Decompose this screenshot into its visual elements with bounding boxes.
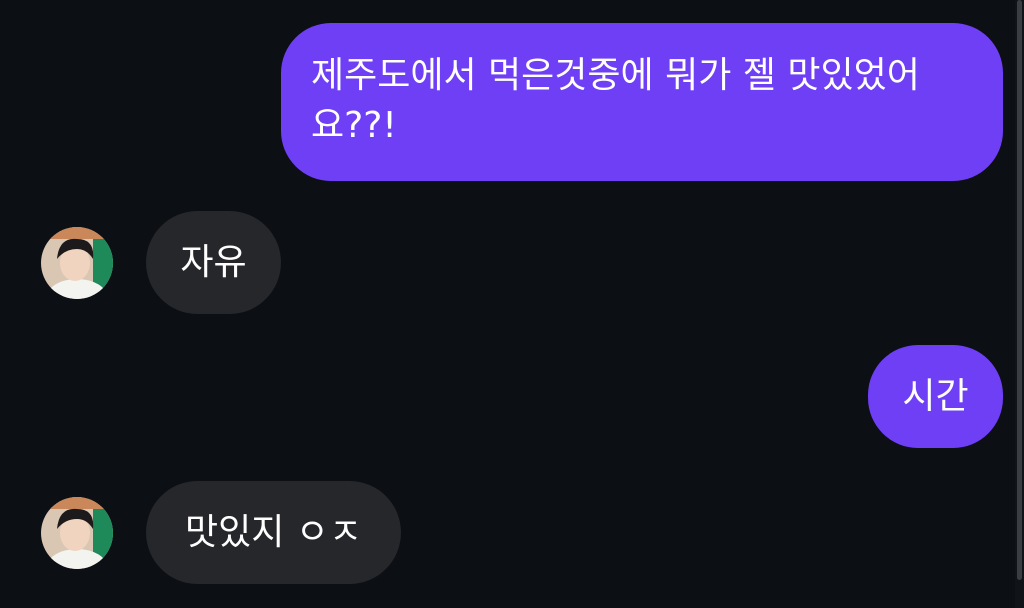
- message-row-incoming: 맛있지 ㅇㅈ: [41, 481, 401, 584]
- scrollbar-thumb[interactable]: [1017, 0, 1022, 580]
- message-bubble-outgoing[interactable]: 시간: [868, 345, 1003, 448]
- message-bubble-incoming[interactable]: 맛있지 ㅇㅈ: [146, 481, 401, 584]
- scrollbar[interactable]: [1015, 0, 1024, 608]
- avatar[interactable]: [41, 226, 113, 299]
- message-text: 자유: [180, 241, 247, 283]
- message-row-outgoing: 시간: [868, 345, 1003, 448]
- avatar-photo-icon: [41, 226, 113, 299]
- message-row-outgoing: 제주도에서 먹은것중에 뭐가 젤 맛있었어요??!: [281, 23, 1003, 181]
- message-text: 제주도에서 먹은것중에 뭐가 젤 맛있었어요??!: [311, 55, 920, 146]
- message-text: 맛있지 ㅇㅈ: [184, 511, 363, 553]
- avatar[interactable]: [41, 496, 113, 569]
- avatar-photo-icon: [41, 496, 113, 569]
- message-bubble-outgoing[interactable]: 제주도에서 먹은것중에 뭐가 젤 맛있었어요??!: [281, 23, 1003, 181]
- message-bubble-incoming[interactable]: 자유: [146, 211, 281, 314]
- chat-thread: 제주도에서 먹은것중에 뭐가 젤 맛있었어요??! 자유 시간 맛있지 ㅇㅈ: [0, 0, 1024, 608]
- message-row-incoming: 자유: [41, 211, 281, 314]
- message-text: 시간: [902, 375, 969, 417]
